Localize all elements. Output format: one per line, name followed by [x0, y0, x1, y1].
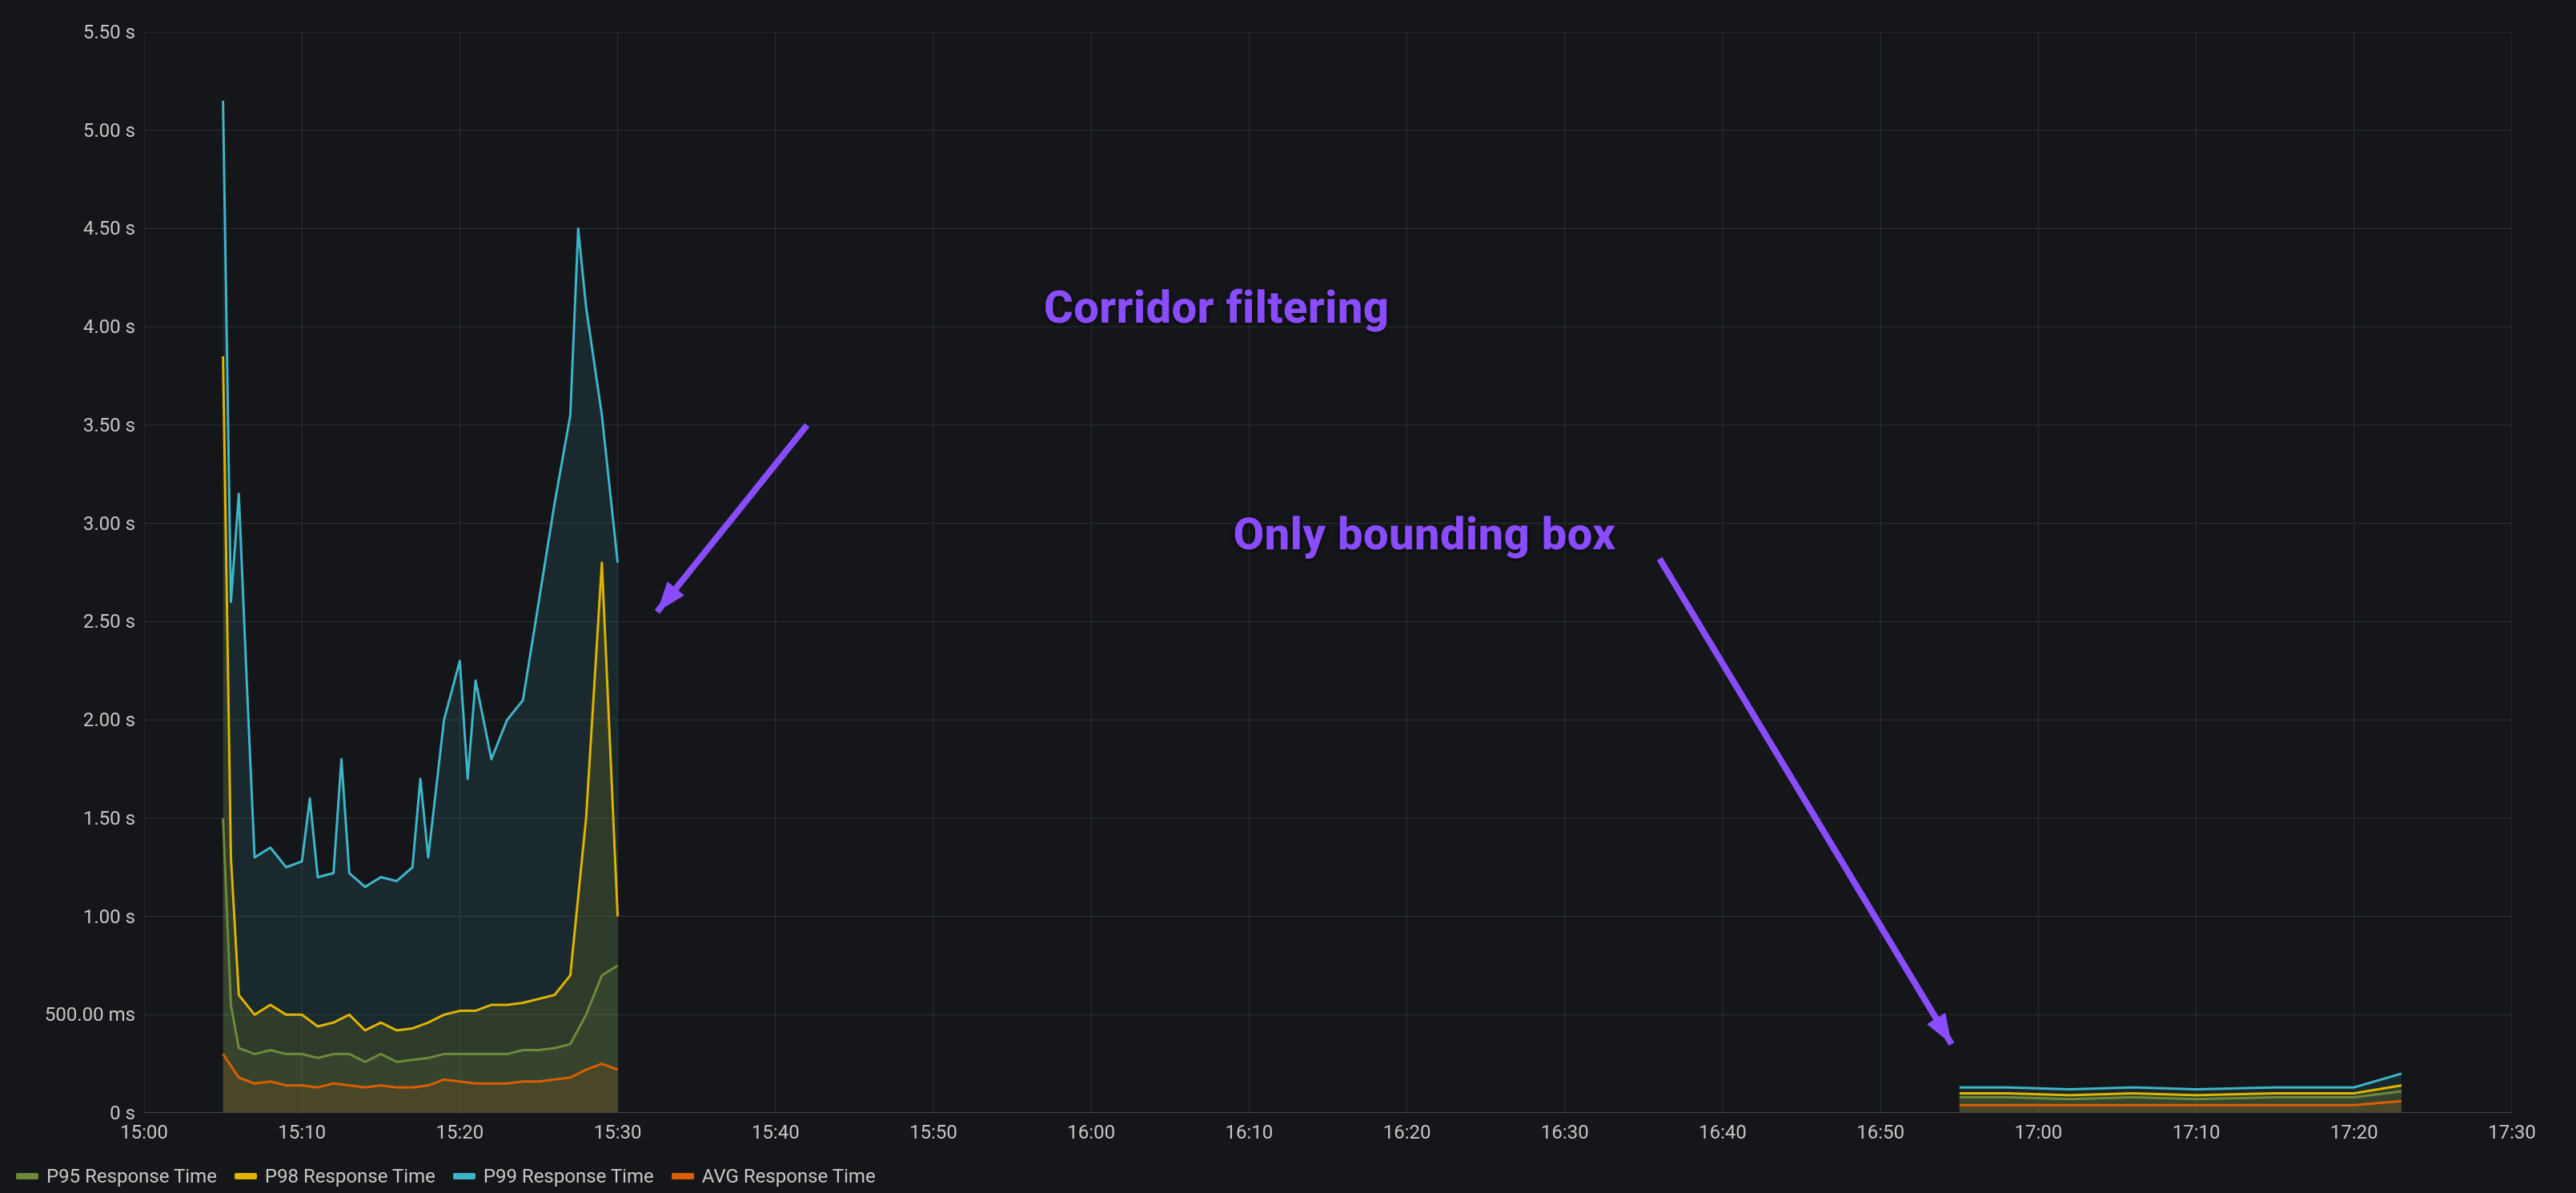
legend-label-avg: AVG Response Time: [702, 1165, 876, 1187]
legend-item-p99[interactable]: P99 Response Time: [453, 1165, 654, 1187]
x-tick-label: 16:30: [1541, 1121, 1589, 1143]
y-tick-label: 1.00 s: [83, 906, 135, 928]
x-tick-label: 17:10: [2173, 1121, 2221, 1143]
x-tick-label: 15:50: [909, 1121, 957, 1143]
x-tick-label: 17:00: [2015, 1121, 2063, 1143]
legend-label-p98: P98 Response Time: [265, 1165, 435, 1187]
legend-swatch-p98: [235, 1173, 257, 1179]
x-tick-label: 16:40: [1699, 1121, 1747, 1143]
x-tick-label: 15:20: [436, 1121, 484, 1143]
y-tick-label: 500.00 ms: [45, 1003, 135, 1026]
x-tick-label: 16:10: [1226, 1121, 1274, 1143]
legend-item-avg[interactable]: AVG Response Time: [672, 1165, 876, 1187]
legend-swatch-p95: [16, 1173, 38, 1179]
x-tick-label: 16:20: [1383, 1121, 1431, 1143]
legend-swatch-p99: [453, 1173, 475, 1179]
legend-item-p95[interactable]: P95 Response Time: [16, 1165, 217, 1187]
legend-label-p95: P95 Response Time: [46, 1165, 217, 1187]
series-line: [1960, 1074, 2401, 1090]
x-tick-label: 17:20: [2330, 1121, 2378, 1143]
y-axis: 0 s500.00 ms1.00 s1.50 s2.00 s2.50 s3.00…: [16, 32, 140, 1113]
x-tick-label: 16:00: [1067, 1121, 1115, 1143]
x-tick-label: 17:30: [2488, 1121, 2536, 1143]
y-tick-label: 3.50 s: [83, 414, 135, 436]
y-tick-label: 5.00 s: [83, 119, 135, 142]
x-axis: 15:0015:1015:2015:3015:4015:5016:0016:10…: [144, 1113, 2512, 1153]
plot-area: 0 s500.00 ms1.00 s1.50 s2.00 s2.50 s3.00…: [16, 16, 2544, 1153]
y-tick-label: 2.00 s: [83, 709, 135, 731]
y-tick-label: 3.00 s: [83, 512, 135, 535]
plot-svg: [144, 32, 2512, 1113]
plot[interactable]: Corridor filtering Only bounding box: [144, 32, 2512, 1113]
legend-swatch-avg: [672, 1173, 694, 1179]
annotation-corridor-filtering: Corridor filtering: [1044, 281, 1389, 334]
y-tick-label: 4.50 s: [83, 217, 135, 239]
x-tick-label: 15:40: [752, 1121, 800, 1143]
y-tick-label: 5.50 s: [83, 21, 135, 43]
legend-label-p99: P99 Response Time: [484, 1165, 654, 1187]
x-tick-label: 15:30: [594, 1121, 642, 1143]
annotation-only-bounding-box: Only bounding box: [1234, 508, 1616, 560]
y-tick-label: 4.00 s: [83, 315, 135, 338]
x-tick-label: 15:00: [120, 1121, 168, 1143]
x-tick-label: 16:50: [1856, 1121, 1904, 1143]
chart-panel: 0 s500.00 ms1.00 s1.50 s2.00 s2.50 s3.00…: [0, 0, 2576, 1193]
legend-item-p98[interactable]: P98 Response Time: [235, 1165, 435, 1187]
y-tick-label: 1.50 s: [83, 807, 135, 829]
y-tick-label: 2.50 s: [83, 610, 135, 633]
legend: P95 Response Time P98 Response Time P99 …: [16, 1159, 876, 1193]
x-tick-label: 15:10: [278, 1121, 326, 1143]
